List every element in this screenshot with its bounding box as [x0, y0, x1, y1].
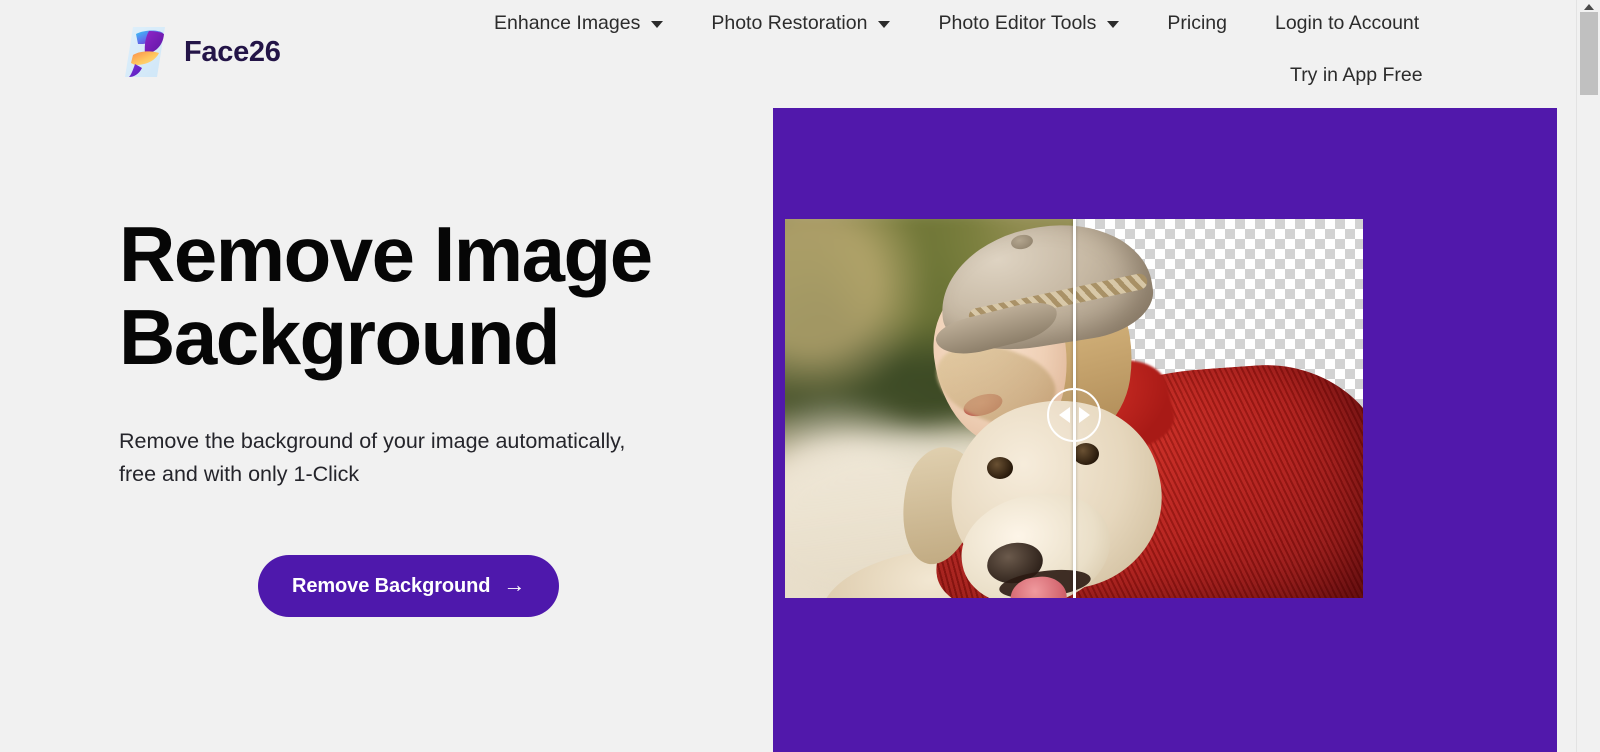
- arrow-right-icon: [1078, 407, 1090, 423]
- nav-item-enhance-images[interactable]: Enhance Images: [470, 7, 687, 39]
- dog-eye-left: [987, 457, 1013, 479]
- nav-item-try-in-app-free[interactable]: Try in App Free: [1276, 64, 1437, 87]
- nav-item-login-to-account[interactable]: Login to Account: [1251, 7, 1443, 39]
- cta-label: Remove Background: [292, 574, 491, 597]
- vertical-scrollbar[interactable]: [1576, 0, 1600, 752]
- nav-item-photo-restoration[interactable]: Photo Restoration: [687, 7, 914, 39]
- nav-label: Photo Editor Tools: [938, 11, 1097, 34]
- chevron-down-icon[interactable]: [651, 21, 664, 28]
- nav-item-photo-editor-tools[interactable]: Photo Editor Tools: [914, 7, 1143, 39]
- arrow-right-icon: →: [503, 572, 526, 597]
- primary-navigation: Enhance Images Photo Restoration Photo E…: [470, 7, 1443, 39]
- brand-name: Face26: [184, 35, 281, 68]
- page-title: Remove Image Background: [119, 210, 653, 381]
- dog-eye-right: [1075, 443, 1099, 465]
- remove-background-button[interactable]: Remove Background →: [258, 555, 560, 617]
- cta-container: Remove Background →: [258, 555, 759, 617]
- brand-logo-link[interactable]: Face26: [119, 24, 281, 80]
- chevron-down-icon[interactable]: [878, 21, 891, 28]
- chevron-down-icon[interactable]: [1107, 21, 1120, 28]
- hero-text-column: Remove Image Background Remove the backg…: [119, 213, 759, 617]
- nav-label: Enhance Images: [494, 11, 641, 34]
- scroll-up-arrow-icon[interactable]: [1583, 4, 1594, 10]
- nav-label: Photo Restoration: [711, 11, 868, 34]
- before-after-comparison-slider[interactable]: [785, 219, 1363, 598]
- hero-media-panel: [773, 108, 1557, 752]
- comparison-slider-handle[interactable]: [1047, 388, 1101, 442]
- nav-item-pricing[interactable]: Pricing: [1143, 7, 1251, 39]
- nav-label: Pricing: [1167, 11, 1227, 34]
- site-header: Face26 Enhance Images Photo Restoration …: [0, 0, 1557, 108]
- nav-label: Login to Account: [1274, 11, 1420, 34]
- hero-subtitle: Remove the background of your image auto…: [119, 429, 626, 486]
- page-root: Face26 Enhance Images Photo Restoration …: [0, 0, 1600, 752]
- arrow-left-icon: [1058, 407, 1070, 423]
- face26-leaf-logo-icon: [119, 24, 171, 80]
- vertical-scroll-thumb[interactable]: [1580, 12, 1598, 95]
